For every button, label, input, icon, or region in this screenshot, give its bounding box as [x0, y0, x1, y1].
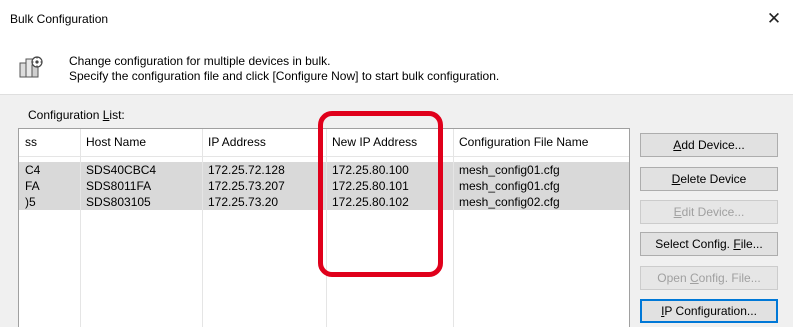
- button-label-mnemonic: D: [671, 172, 681, 186]
- button-label-mnemonic: F: [733, 237, 741, 251]
- delete-device-button[interactable]: Delete Device: [640, 167, 778, 191]
- button-label-post: dd Device...: [681, 138, 745, 152]
- close-icon[interactable]: ✕: [763, 8, 785, 30]
- banner-instructions: Specify the configuration file and click…: [69, 69, 500, 83]
- cell-config-file: mesh_config01.cfg: [459, 179, 560, 193]
- button-label-post: ile...: [740, 237, 763, 251]
- column-divider: [80, 129, 81, 327]
- cell-address: )5: [25, 195, 36, 209]
- button-label-post: onfig. File...: [698, 271, 761, 285]
- devices-config-icon: [19, 56, 43, 78]
- cell-host-name: SDS8011FA: [86, 179, 152, 193]
- column-header-ip-address[interactable]: IP Address: [202, 129, 326, 156]
- cell-host-name: SDS40CBC4: [86, 163, 157, 177]
- ip-configuration-button[interactable]: IP Configuration...: [640, 299, 778, 323]
- cell-config-file: mesh_config02.cfg: [459, 195, 560, 209]
- button-label-post: elete Device: [680, 172, 747, 186]
- button-label-post: dit Device...: [681, 205, 745, 219]
- cell-config-file: mesh_config01.cfg: [459, 163, 560, 177]
- column-divider: [202, 129, 203, 327]
- label-prefix: Configuration: [28, 108, 103, 122]
- title-bar: Bulk Configuration ✕: [0, 0, 793, 38]
- button-label-pre: Select Config.: [655, 237, 734, 251]
- button-label-mnemonic: E: [673, 205, 682, 219]
- button-label-post: P Configuration...: [664, 304, 757, 318]
- label-suffix: ist:: [109, 108, 125, 122]
- column-header-host-name[interactable]: Host Name: [80, 129, 202, 156]
- cell-address: FA: [25, 179, 40, 193]
- cell-host-name: SDS803105: [86, 195, 151, 209]
- cell-ip-address: 172.25.73.207: [208, 179, 285, 193]
- configuration-list-label: Configuration List:: [28, 108, 125, 122]
- new-ip-highlight: [318, 111, 443, 277]
- column-header-address[interactable]: ss: [19, 129, 80, 156]
- window-title: Bulk Configuration: [10, 12, 109, 26]
- button-label-pre: Open: [657, 271, 690, 285]
- info-banner: Change configuration for multiple device…: [0, 38, 793, 94]
- column-divider: [453, 129, 454, 327]
- edit-device-button[interactable]: Edit Device...: [640, 200, 778, 224]
- add-device-button[interactable]: Add Device...: [640, 133, 778, 157]
- cell-ip-address: 172.25.72.128: [208, 163, 285, 177]
- cell-address: C4: [25, 163, 41, 177]
- banner-description: Change configuration for multiple device…: [69, 54, 331, 68]
- button-label-mnemonic: C: [690, 271, 699, 285]
- column-header-config-file-name[interactable]: Configuration File Name: [453, 129, 629, 156]
- select-config-file-button[interactable]: Select Config. File...: [640, 232, 778, 256]
- open-config-file-button[interactable]: Open Config. File...: [640, 266, 778, 290]
- cell-ip-address: 172.25.73.20: [208, 195, 279, 209]
